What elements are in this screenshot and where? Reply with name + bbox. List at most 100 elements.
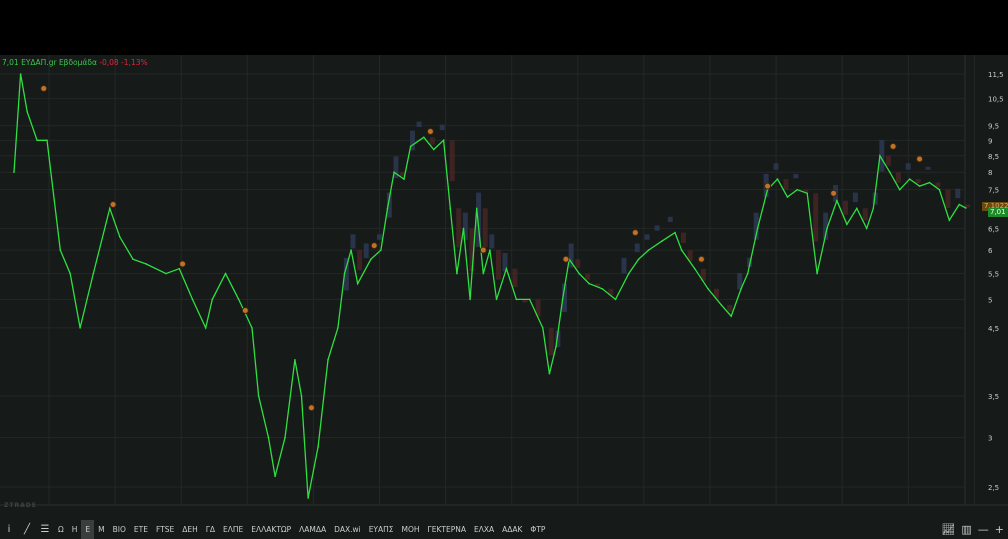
data-point bbox=[647, 249, 650, 251]
event-marker-icon bbox=[109, 201, 117, 209]
event-marker-icon bbox=[631, 229, 639, 237]
y-tick-label: 10,5 bbox=[988, 96, 1004, 104]
data-point bbox=[601, 287, 604, 290]
candle bbox=[667, 216, 673, 222]
symbol-button[interactable]: DAX.wi bbox=[330, 520, 365, 539]
zoom-in-icon[interactable]: + bbox=[995, 523, 1004, 536]
symbol-button[interactable]: ΦΤΡ bbox=[526, 520, 549, 539]
candle bbox=[489, 234, 495, 249]
data-point bbox=[614, 298, 617, 301]
data-point bbox=[26, 111, 29, 113]
data-point bbox=[307, 497, 309, 499]
data-point bbox=[284, 436, 286, 439]
data-point bbox=[211, 298, 214, 301]
data-point bbox=[578, 272, 580, 275]
data-point bbox=[109, 207, 111, 210]
candle bbox=[793, 173, 799, 179]
symbol-button[interactable]: Ε bbox=[81, 520, 95, 539]
data-point bbox=[879, 155, 881, 157]
candle bbox=[644, 234, 650, 240]
data-point bbox=[92, 272, 95, 275]
candle bbox=[495, 250, 501, 280]
data-point bbox=[462, 227, 465, 230]
data-point bbox=[515, 298, 518, 301]
symbol-buttons: Ω Η Ε Μ ΒΙΟ ΕΤΕ FTSE ΔΕΗ ΓΔ ΕΛΠΕ ΕΛΛΑΚΤΩΡ ΛΑΜΔΑ DAX.… bbox=[54, 520, 549, 539]
data-point bbox=[36, 139, 38, 142]
candle bbox=[955, 188, 961, 199]
data-point bbox=[958, 203, 961, 206]
data-point bbox=[59, 249, 62, 251]
symbol-button[interactable]: ΓΔ bbox=[202, 520, 219, 539]
chart-legend: 7,01 ΕΥΔΑΠ.gr Εβδομάδα -0,08 -1,13% bbox=[2, 58, 148, 67]
data-point bbox=[826, 227, 828, 230]
data-point bbox=[865, 227, 868, 230]
data-point bbox=[561, 298, 564, 301]
symbol-button[interactable]: FTSE bbox=[152, 520, 178, 539]
data-point bbox=[343, 272, 346, 275]
event-marker-icon bbox=[697, 255, 705, 263]
y-tick-label: 9,5 bbox=[988, 123, 999, 131]
candle bbox=[813, 193, 819, 242]
data-point bbox=[542, 327, 544, 329]
symbol-button[interactable]: ΛΑΜΔΑ bbox=[295, 520, 330, 539]
candle bbox=[773, 163, 779, 170]
draw-line-icon[interactable]: ╱ bbox=[18, 520, 36, 539]
data-point bbox=[449, 207, 452, 210]
candle bbox=[357, 250, 363, 271]
symbol-button[interactable]: ΓΕΚΤΕΡΝΑ bbox=[424, 520, 470, 539]
candle bbox=[965, 204, 971, 208]
data-point bbox=[674, 231, 676, 234]
data-point bbox=[380, 249, 382, 251]
y-tick-label: 11,5 bbox=[988, 71, 1004, 79]
data-point bbox=[694, 267, 696, 270]
data-point bbox=[274, 475, 276, 478]
zoom-out-icon[interactable]: — bbox=[978, 523, 989, 536]
candle bbox=[915, 179, 921, 184]
y-tick-label: 8,5 bbox=[988, 153, 999, 161]
event-marker-icon bbox=[370, 242, 378, 250]
data-point bbox=[257, 395, 260, 397]
symbol-button[interactable]: ΕΤΕ bbox=[130, 520, 152, 539]
indicators-icon[interactable]: ☰ bbox=[36, 520, 54, 539]
watermark: ZTRADE bbox=[4, 502, 37, 509]
event-marker-icon bbox=[889, 142, 897, 150]
symbol-button[interactable]: ΒΙΟ bbox=[109, 520, 130, 539]
symbol-button[interactable]: ΕΛΛΑΚΤΩΡ bbox=[247, 520, 295, 539]
data-point bbox=[317, 446, 319, 448]
event-marker-icon bbox=[40, 85, 48, 93]
symbol-button[interactable]: Η bbox=[68, 520, 82, 539]
data-point bbox=[889, 171, 891, 174]
candle bbox=[727, 304, 733, 312]
symbol-button[interactable]: Μ bbox=[94, 520, 108, 539]
price-chart[interactable]: 11,5 10,5 9,5 9 8,5 8 7,5 6,5 6 5,5 5 4,5 3,5 3 2,5 7,… bbox=[0, 55, 1008, 520]
data-point bbox=[145, 263, 147, 265]
symbol-button[interactable]: ΕΛΠΕ bbox=[219, 520, 247, 539]
data-point bbox=[836, 199, 838, 202]
info-icon[interactable]: i bbox=[0, 520, 18, 539]
event-marker-icon bbox=[179, 260, 187, 268]
data-point bbox=[680, 249, 683, 251]
candle bbox=[945, 189, 951, 208]
symbol-button[interactable]: ΔΕΗ bbox=[178, 520, 202, 539]
candle bbox=[350, 234, 356, 249]
candle bbox=[654, 225, 660, 231]
y-tick-label: 6,5 bbox=[988, 225, 999, 233]
candle bbox=[585, 273, 591, 280]
symbol-button[interactable]: ΕΛΧΑ bbox=[470, 520, 498, 539]
data-point bbox=[756, 227, 759, 230]
symbol-button[interactable]: ΑΔΑΚ bbox=[498, 520, 526, 539]
line-chart-icon[interactable]: 📈︎ bbox=[941, 523, 955, 536]
symbol-button[interactable]: Ω bbox=[54, 520, 68, 539]
symbol-button[interactable]: ΕΥΑΠΣ bbox=[365, 520, 398, 539]
data-point bbox=[337, 327, 339, 329]
event-marker-icon bbox=[916, 155, 924, 163]
data-point bbox=[746, 272, 749, 275]
data-point bbox=[165, 272, 167, 275]
data-point bbox=[908, 178, 911, 180]
data-point bbox=[872, 207, 875, 210]
symbol-button[interactable]: ΜΟΗ bbox=[398, 520, 424, 539]
bar-chart-icon[interactable]: ▥ bbox=[961, 523, 971, 536]
chart-canvas[interactable]: 11,5 10,5 9,5 9 8,5 8 7,5 6,5 6 5,5 5 4,5 3,5 3 2,5 bbox=[0, 55, 1008, 520]
candle bbox=[634, 243, 640, 253]
data-point bbox=[627, 272, 630, 275]
